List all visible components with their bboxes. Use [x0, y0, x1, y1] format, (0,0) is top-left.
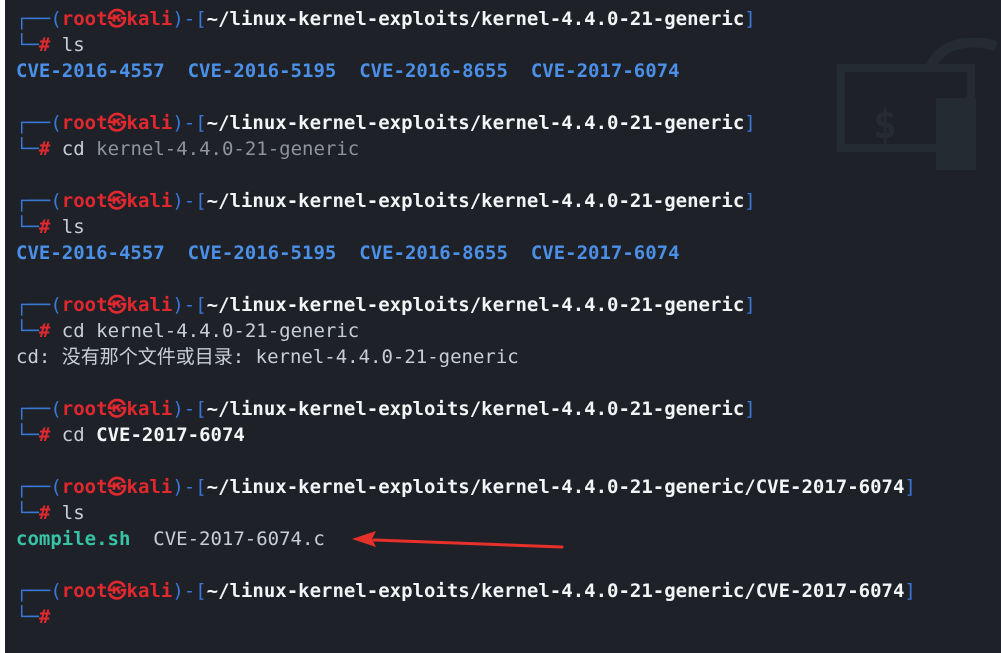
prompt-line: ┌──(root㉿kali)-[~/linux-kernel-exploits/…	[16, 8, 756, 30]
command-line: └─# cd CVE-2017-6074	[16, 424, 245, 446]
command-line: └─# ls	[16, 216, 85, 238]
active-command-line[interactable]: └─#	[5, 604, 1001, 630]
prompt-line: ┌──(root㉿kali)-[~/linux-kernel-exploits/…	[16, 580, 916, 602]
command-argument: kernel-4.4.0-21-generic	[96, 320, 360, 342]
file-entry: CVE-2017-6074.c	[153, 528, 325, 550]
dir-entry: CVE-2016-8655	[359, 60, 508, 82]
prompt-line: ┌──(root㉿kali)-[~/linux-kernel-exploits/…	[16, 294, 756, 316]
command-argument: CVE-2017-6074	[96, 424, 245, 446]
command: ls	[61, 502, 85, 524]
command: cd	[61, 320, 85, 342]
command: cd	[61, 424, 85, 446]
prompt-line: ┌──(root㉿kali)-[~/linux-kernel-exploits/…	[16, 476, 916, 498]
command-argument: kernel-4.4.0-21-generic	[96, 138, 360, 160]
command: cd	[61, 138, 85, 160]
prompt-line: ┌──(root㉿kali)-[~/linux-kernel-exploits/…	[16, 398, 756, 420]
command-line: └─# cd kernel-4.4.0-21-generic	[16, 320, 360, 342]
dir-entry: CVE-2016-5195	[187, 60, 337, 82]
ls-output: CVE-2016-4557 CVE-2016-5195 CVE-2016-865…	[5, 58, 1001, 84]
cwd-path: ~/linux-kernel-exploits/kernel-4.4.0-21-…	[206, 8, 745, 30]
cwd-path: ~/linux-kernel-exploits/kernel-4.4.0-21-…	[206, 398, 745, 420]
cwd-path: ~/linux-kernel-exploits/kernel-4.4.0-21-…	[206, 190, 745, 212]
file-entry-executable: compile.sh	[16, 528, 131, 550]
prompt-line: ┌──(root㉿kali)-[~/linux-kernel-exploits/…	[16, 112, 756, 134]
cwd-path: ~/linux-kernel-exploits/kernel-4.4.0-21-…	[206, 112, 745, 134]
command-line: └─# ls	[16, 34, 85, 56]
error-message: cd: 没有那个文件或目录: kernel-4.4.0-21-generic	[16, 346, 519, 368]
cwd-path: ~/linux-kernel-exploits/kernel-4.4.0-21-…	[206, 580, 905, 602]
dir-entry: CVE-2017-6074	[530, 60, 680, 82]
terminal-window[interactable]: $ ┌──(root㉿kali)-[~/linux-kernel-exploit…	[5, 0, 1001, 653]
dir-entry: CVE-2016-8655	[359, 242, 508, 264]
dir-entry: CVE-2016-4557	[16, 242, 165, 264]
dir-entry: CVE-2016-4557	[16, 60, 165, 82]
dir-entry: CVE-2016-5195	[187, 242, 337, 264]
dir-entry: CVE-2017-6074	[530, 242, 680, 264]
cwd-path: ~/linux-kernel-exploits/kernel-4.4.0-21-…	[206, 476, 905, 498]
command-line: └─# ls	[16, 502, 85, 524]
prompt-line: ┌──(root㉿kali)-[~/linux-kernel-exploits/…	[16, 190, 756, 212]
cwd-path: ~/linux-kernel-exploits/kernel-4.4.0-21-…	[206, 294, 745, 316]
command-line: └─# cd kernel-4.4.0-21-generic	[16, 138, 360, 160]
command: ls	[61, 34, 85, 56]
ls-output: CVE-2016-4557 CVE-2016-5195 CVE-2016-865…	[5, 240, 1001, 266]
command: ls	[61, 216, 85, 238]
annotation-arrow-icon	[352, 531, 564, 549]
